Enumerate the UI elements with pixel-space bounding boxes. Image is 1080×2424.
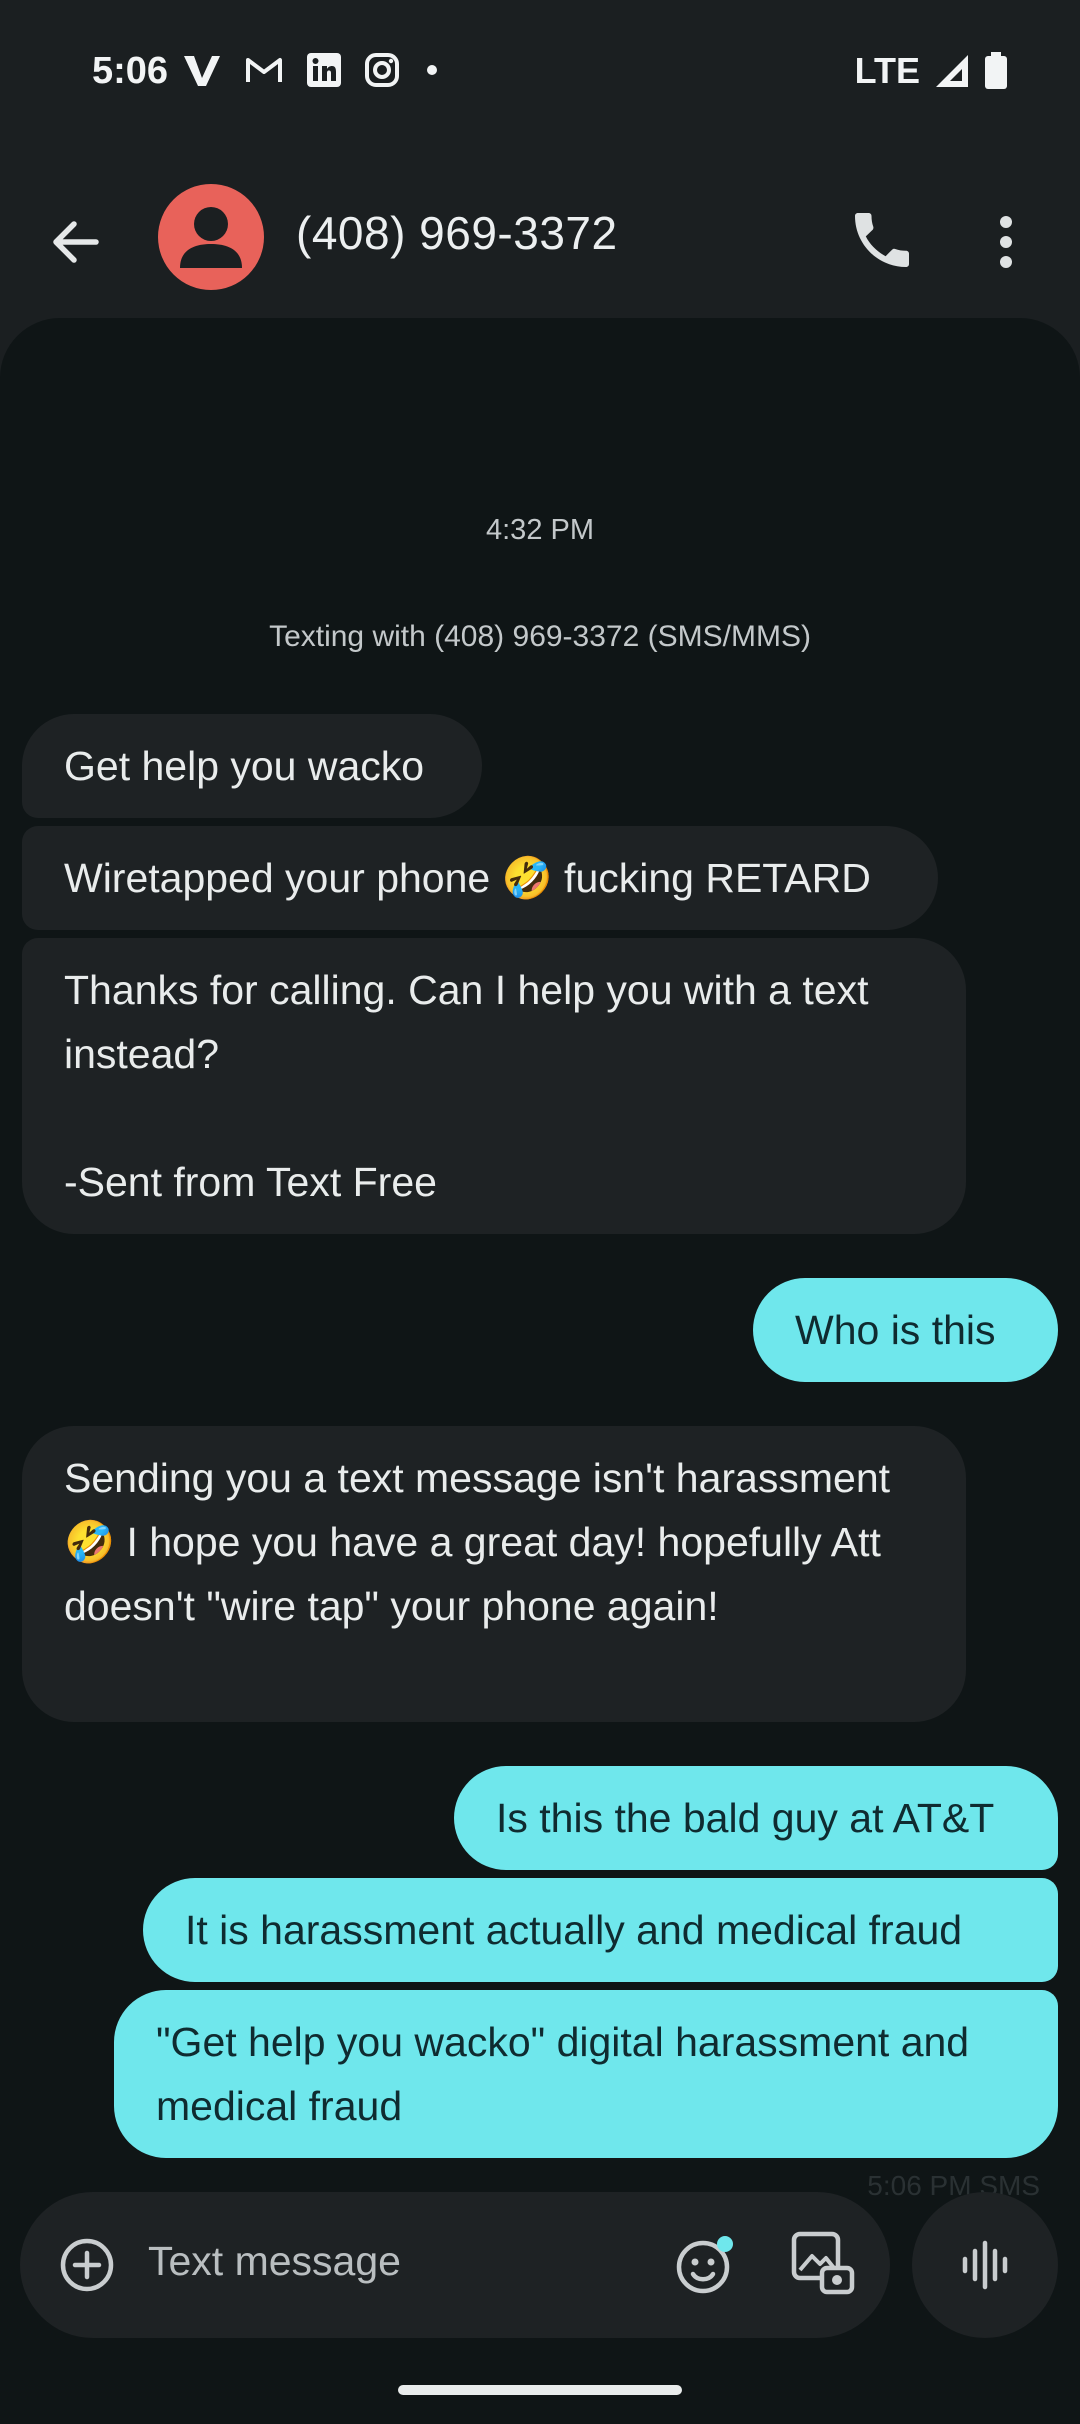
top-app-bar: (408) 969-3372	[0, 150, 1080, 320]
battery-icon	[985, 52, 1007, 89]
message-bubble-outgoing[interactable]: Who is this	[753, 1278, 1058, 1382]
signal-icon	[936, 55, 968, 87]
status-bar: 5:06 LTE	[0, 0, 1080, 150]
compose-bar: Text message	[20, 2192, 890, 2338]
message-text: Who is this	[795, 1307, 996, 1353]
network-type: LTE	[854, 50, 920, 91]
voice-icon	[962, 2240, 1008, 2290]
notification-icons	[182, 52, 442, 88]
gallery-icon[interactable]	[788, 2230, 858, 2300]
voice-button[interactable]	[912, 2192, 1058, 2338]
message-text: It is harassment actually and medical fr…	[185, 1907, 963, 1953]
message-bubble-outgoing[interactable]: It is harassment actually and medical fr…	[143, 1878, 1058, 1982]
emoji-icon[interactable]	[672, 2232, 738, 2298]
message-text: Sending you a text message isn't harassm…	[64, 1455, 902, 1629]
message-bubble-outgoing[interactable]: "Get help you wacko" digital harassment …	[114, 1990, 1058, 2158]
add-circle-icon[interactable]	[58, 2236, 116, 2294]
back-arrow-icon[interactable]	[44, 210, 108, 274]
person-icon	[180, 207, 242, 268]
contact-title[interactable]: (408) 969-3372	[296, 206, 618, 260]
gmail-icon	[246, 58, 282, 82]
message-bubble-outgoing[interactable]: Is this the bald guy at AT&T	[454, 1766, 1058, 1870]
system-status: LTE	[855, 50, 1008, 92]
more-vert-icon[interactable]	[980, 206, 1032, 278]
message-bubble-incoming[interactable]: Sending you a text message isn't harassm…	[22, 1426, 966, 1722]
conversation-info: Texting with (408) 969-3372 (SMS/MMS)	[269, 620, 811, 653]
message-input[interactable]: Text message	[148, 2238, 401, 2285]
instagram-icon	[365, 53, 399, 87]
status-time: 5:06	[92, 50, 169, 92]
avatar[interactable]	[158, 184, 264, 290]
phone-icon[interactable]	[846, 204, 918, 276]
message-text: Is this the bald guy at AT&T	[496, 1795, 995, 1841]
message-bubble-incoming[interactable]: Get help you wacko	[22, 714, 482, 818]
timestamp: 4:32 PM	[486, 514, 594, 546]
message-text: Wiretapped your phone 🤣 fucking RETARD	[64, 855, 871, 901]
home-indicator[interactable]	[398, 2385, 682, 2395]
message-text: Get help you wacko	[64, 743, 425, 789]
message-text: Thanks for calling. Can I help you with …	[64, 967, 869, 1205]
message-bubble-incoming[interactable]: Thanks for calling. Can I help you with …	[22, 938, 966, 1234]
linkedin-icon	[307, 53, 341, 87]
message-bubble-incoming[interactable]: Wiretapped your phone 🤣 fucking RETARD	[22, 826, 938, 930]
message-text: "Get help you wacko" digital harassment …	[156, 2019, 981, 2129]
verizon-icon	[184, 56, 220, 86]
dot-icon	[427, 65, 437, 75]
